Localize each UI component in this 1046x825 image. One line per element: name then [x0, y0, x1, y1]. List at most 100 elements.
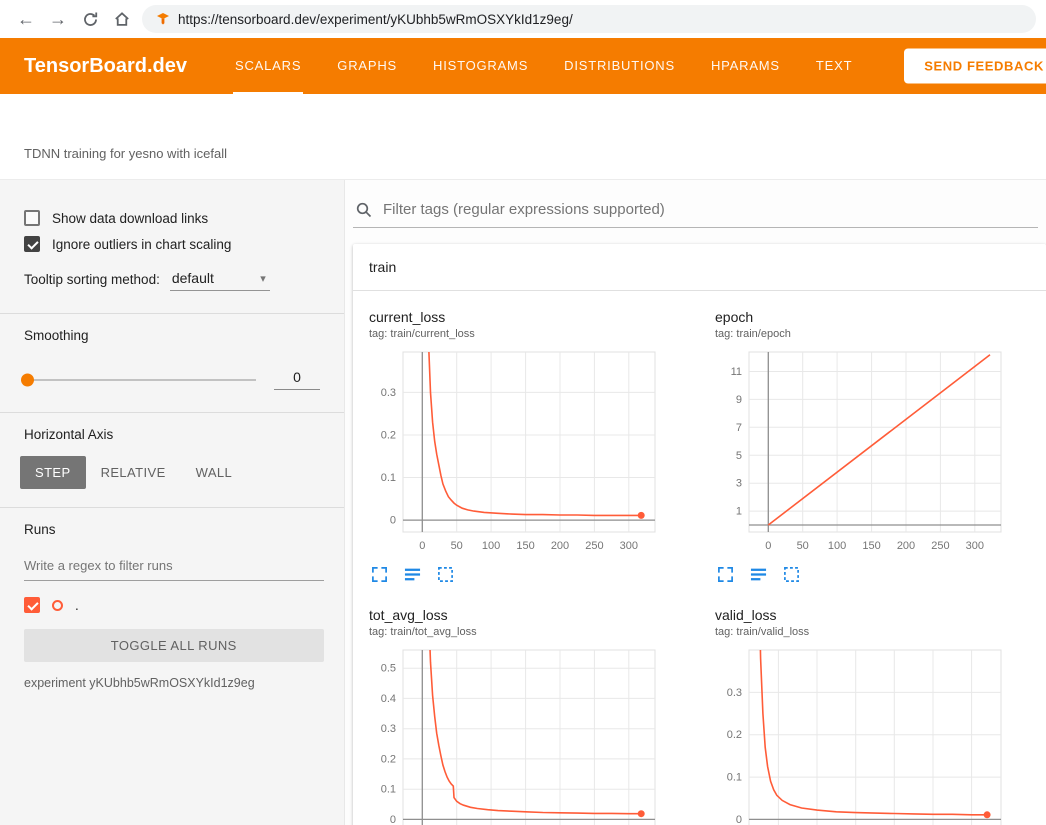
svg-text:1: 1	[736, 506, 742, 518]
app-header: TensorBoard.dev SCALARS GRAPHS HISTOGRAM…	[0, 38, 1046, 94]
axis-step-button[interactable]: STEP	[20, 456, 86, 489]
chart-title: valid_loss	[715, 607, 1033, 623]
svg-text:0.2: 0.2	[381, 430, 396, 442]
axis-wall-button[interactable]: WALL	[181, 456, 248, 489]
search-icon	[355, 201, 373, 219]
svg-text:0.5: 0.5	[381, 663, 396, 675]
runs-section: Runs . TOGGLE ALL RUNS experiment yKUbhb…	[0, 507, 344, 708]
smoothing-slider-thumb[interactable]	[21, 373, 34, 386]
show-download-links-row[interactable]: Show data download links	[24, 210, 320, 226]
runs-label: Runs	[24, 522, 320, 537]
brand-logo[interactable]: TensorBoard.dev	[24, 38, 187, 94]
svg-text:0.1: 0.1	[727, 772, 742, 784]
show-download-links-label: Show data download links	[52, 211, 208, 226]
tab-histograms[interactable]: HISTOGRAMS	[431, 38, 530, 94]
tooltip-sorting-value: default	[172, 270, 214, 286]
svg-text:250: 250	[931, 540, 949, 552]
expand-chart-icon[interactable]	[371, 566, 388, 583]
chart-card-current-loss: current_loss tag: train/current_loss 050…	[357, 293, 687, 583]
chart-toolbar	[371, 566, 687, 583]
tag-filter-input[interactable]	[381, 200, 1036, 219]
svg-text:0.3: 0.3	[381, 723, 396, 735]
url-text: https://tensorboard.dev/experiment/yKUbh…	[178, 12, 573, 27]
home-icon[interactable]	[106, 3, 138, 35]
svg-text:100: 100	[482, 540, 500, 552]
svg-text:0.1: 0.1	[381, 472, 396, 484]
chart-canvas[interactable]: 0501001502002503001357911	[703, 346, 1033, 558]
chart-toolbar	[717, 566, 1033, 583]
show-download-links-checkbox[interactable]	[24, 210, 40, 226]
tooltip-sorting-row: Tooltip sorting method: default ▾	[24, 268, 320, 291]
tab-text[interactable]: TEXT	[814, 38, 854, 94]
chart-card-valid-loss: valid_loss tag: train/valid_loss 5010015…	[703, 591, 1033, 825]
svg-text:0.2: 0.2	[727, 729, 742, 741]
svg-text:150: 150	[862, 540, 880, 552]
chart-card-tot-avg-loss: tot_avg_loss tag: train/tot_avg_loss 050…	[357, 591, 687, 825]
chart-canvas[interactable]: 5010015020025030000.10.20.3	[703, 644, 1033, 825]
fit-domain-icon[interactable]	[437, 566, 454, 583]
horizontal-axis-section: Horizontal Axis STEP RELATIVE WALL	[0, 412, 344, 507]
experiment-header: TDNN training for yesno with icefall	[0, 94, 1046, 180]
run-color-swatch-icon	[52, 600, 63, 611]
tooltip-sorting-label: Tooltip sorting method:	[24, 272, 160, 287]
tensorboard-favicon	[156, 12, 170, 26]
toggle-all-runs-button[interactable]: TOGGLE ALL RUNS	[24, 629, 324, 662]
back-icon[interactable]: ←	[10, 3, 42, 35]
svg-text:0.3: 0.3	[727, 687, 742, 699]
tooltip-sorting-dropdown[interactable]: default ▾	[170, 268, 270, 291]
send-feedback-button[interactable]: SEND FEEDBACK	[904, 49, 1046, 84]
ignore-outliers-checkbox[interactable]	[24, 236, 40, 252]
run-checkbox[interactable]	[24, 597, 40, 613]
svg-text:200: 200	[551, 540, 569, 552]
run-name: .	[75, 598, 79, 613]
tag-group-title[interactable]: train	[353, 244, 1046, 291]
svg-text:0: 0	[390, 814, 396, 825]
expand-chart-icon[interactable]	[717, 566, 734, 583]
svg-text:250: 250	[585, 540, 603, 552]
runs-list-icon[interactable]	[750, 566, 767, 583]
reload-icon[interactable]	[74, 3, 106, 35]
horizontal-axis-buttons: STEP RELATIVE WALL	[20, 456, 328, 489]
chart-canvas[interactable]: 05010015020025030000.10.20.3	[357, 346, 687, 558]
chart-title: epoch	[715, 309, 1033, 325]
tab-scalars[interactable]: SCALARS	[233, 38, 303, 94]
axis-relative-button[interactable]: RELATIVE	[86, 456, 181, 489]
svg-text:200: 200	[897, 540, 915, 552]
svg-text:9: 9	[736, 394, 742, 406]
svg-text:50: 50	[797, 540, 809, 552]
general-settings-section: Show data download links Ignore outliers…	[0, 194, 344, 313]
svg-text:0: 0	[736, 814, 742, 825]
runs-list-icon[interactable]	[404, 566, 421, 583]
fit-domain-icon[interactable]	[783, 566, 800, 583]
runs-filter-input[interactable]	[24, 551, 324, 581]
tab-hparams[interactable]: HPARAMS	[709, 38, 782, 94]
forward-icon[interactable]: →	[42, 3, 74, 35]
browser-toolbar: ← → https://tensorboard.dev/experiment/y…	[0, 0, 1046, 38]
chart-title: tot_avg_loss	[369, 607, 687, 623]
svg-text:100: 100	[828, 540, 846, 552]
svg-text:11: 11	[731, 366, 742, 378]
tab-distributions[interactable]: DISTRIBUTIONS	[562, 38, 677, 94]
svg-text:0: 0	[419, 540, 425, 552]
scalars-main-panel: train current_loss tag: train/current_lo…	[345, 180, 1046, 825]
chart-tag: tag: train/valid_loss	[715, 626, 1033, 638]
chart-tag: tag: train/epoch	[715, 328, 1033, 340]
svg-text:3: 3	[736, 478, 742, 490]
address-bar[interactable]: https://tensorboard.dev/experiment/yKUbh…	[142, 5, 1036, 33]
run-list-item[interactable]: .	[24, 597, 320, 613]
svg-text:0: 0	[765, 540, 771, 552]
svg-text:0.2: 0.2	[381, 753, 396, 765]
chart-card-epoch: epoch tag: train/epoch 05010015020025030…	[703, 293, 1033, 583]
tab-graphs[interactable]: GRAPHS	[335, 38, 399, 94]
tag-group-card: train current_loss tag: train/current_lo…	[353, 244, 1046, 825]
ignore-outliers-row[interactable]: Ignore outliers in chart scaling	[24, 236, 320, 252]
experiment-caption: experiment yKUbhb5wRmOSXYkId1z9eg	[24, 676, 320, 690]
smoothing-value-input[interactable]: 0	[274, 369, 320, 390]
svg-text:150: 150	[516, 540, 534, 552]
chart-canvas[interactable]: 05010015020025030000.10.20.30.40.5	[357, 644, 687, 825]
smoothing-slider[interactable]	[24, 379, 256, 381]
chevron-down-icon: ▾	[260, 272, 266, 285]
horizontal-axis-label: Horizontal Axis	[24, 427, 320, 442]
nav-tabs: SCALARS GRAPHS HISTOGRAMS DISTRIBUTIONS …	[233, 38, 854, 94]
chart-tag: tag: train/tot_avg_loss	[369, 626, 687, 638]
